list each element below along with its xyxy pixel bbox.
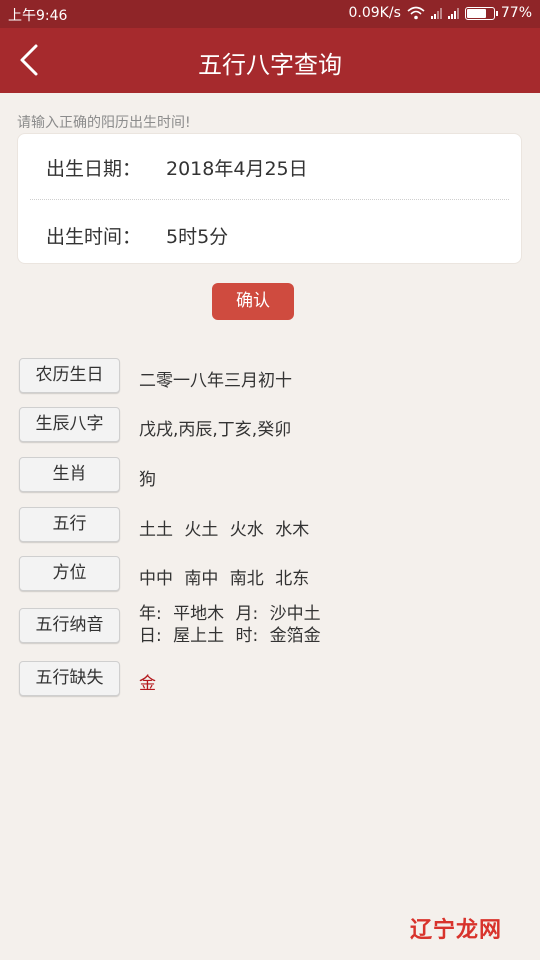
result-label-missing: 五行缺失 — [19, 661, 120, 696]
result-label-zodiac: 生肖 — [19, 457, 120, 492]
confirm-button[interactable]: 确认 — [212, 283, 294, 320]
birth-time-label: 出生时间： — [46, 226, 142, 248]
input-hint: 请输入正确的阳历出生时间! — [17, 115, 191, 131]
result-label-lunar-birthday: 农历生日 — [19, 358, 120, 393]
signal-icon — [430, 7, 442, 19]
result-value-nayin: 年: 平地木 月: 沙中土 日: 屋上土 时: 金箔金 — [139, 603, 321, 647]
network-speed: 0.09K/s — [348, 5, 401, 21]
battery-icon — [464, 6, 498, 20]
birth-time-field[interactable]: 5时5分 — [166, 222, 228, 249]
app-header: 五行八字查询 — [0, 28, 540, 93]
result-value-direction: 中中 南中 南北 北东 — [139, 569, 310, 589]
status-bar: 上午9:46 0.09K/s 77% — [0, 0, 540, 28]
birth-input-card: 出生日期： 2018年4月25日 出生时间： 5时5分 — [17, 133, 522, 264]
result-label-nayin: 五行纳音 — [19, 608, 120, 643]
result-value-bazi: 戊戌,丙辰,丁亥,癸卯 — [139, 420, 292, 440]
battery-fill — [466, 8, 487, 18]
nayin-line-day-hour: 日: 屋上土 时: 金箔金 — [139, 626, 321, 646]
result-label-wuxing: 五行 — [19, 507, 120, 542]
watermark-logo: 辽宁龙网 — [409, 918, 502, 943]
result-value-lunar-birthday: 二零一八年三月初十 — [139, 371, 292, 391]
result-label-bazi: 生辰八字 — [19, 407, 120, 442]
wifi-icon — [407, 6, 425, 20]
nayin-line-year-month: 年: 平地木 月: 沙中土 — [139, 604, 321, 624]
status-right: 0.09K/s 77% — [349, 5, 533, 21]
birth-date-field[interactable]: 2018年4月25日 — [166, 154, 308, 181]
divider — [30, 199, 509, 200]
result-label-direction: 方位 — [19, 556, 120, 591]
page-title: 五行八字查询 — [198, 51, 342, 79]
result-value-zodiac: 狗 — [139, 470, 156, 490]
result-value-missing: 金 — [139, 674, 156, 694]
birth-date-label: 出生日期： — [46, 158, 142, 180]
signal-icon — [447, 7, 459, 19]
status-time: 上午9:46 — [8, 8, 68, 24]
result-value-wuxing: 土土 火土 火水 水木 — [139, 520, 310, 540]
battery-percent: 77% — [500, 5, 532, 21]
